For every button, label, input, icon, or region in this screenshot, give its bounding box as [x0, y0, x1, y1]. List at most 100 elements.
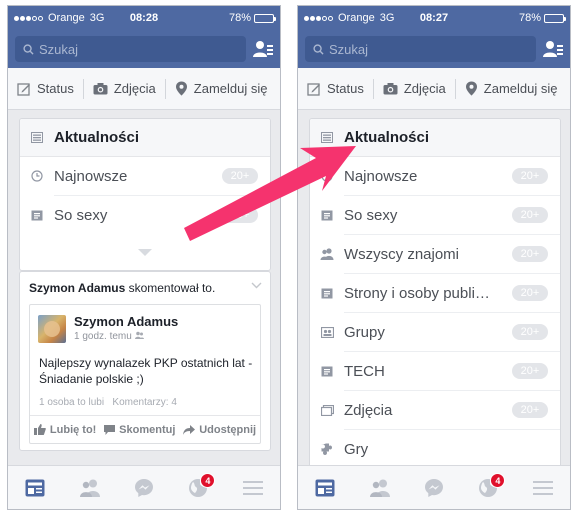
- tab-news-feed[interactable]: [310, 473, 340, 503]
- menu-item-zdjecia[interactable]: Zdjęcia 20+: [310, 391, 560, 429]
- tab-messages[interactable]: [129, 473, 159, 503]
- tab-friends[interactable]: [365, 473, 395, 503]
- tab-news-feed[interactable]: [20, 473, 50, 503]
- search-bar[interactable]: Szukaj: [15, 36, 246, 62]
- friends-privacy-icon: [134, 331, 144, 339]
- photos-label: Zdjęcia: [403, 81, 446, 96]
- menu-item-label: Zdjęcia: [344, 401, 393, 419]
- post-actions: Lubię to! Skomentuj Udostępnij: [30, 415, 260, 443]
- menu-item-tech[interactable]: TECH 20+: [310, 352, 560, 390]
- news-feed-menu: Aktualności Najnowsze 20+ So sexy 20+: [19, 118, 271, 271]
- friend-requests-icon[interactable]: [542, 38, 564, 60]
- news-feed-icon: [30, 131, 44, 145]
- tab-bar: 4: [8, 465, 280, 509]
- menu-item-gry[interactable]: Gry: [310, 430, 560, 468]
- friends-icon: [320, 247, 334, 261]
- menu-item-wszyscy-znajomi[interactable]: Wszyscy znajomi 20+: [310, 235, 560, 273]
- tab-more[interactable]: [238, 473, 268, 503]
- news-feed-icon: [25, 479, 45, 496]
- search-bar[interactable]: Szukaj: [305, 36, 536, 62]
- menu-item-strony-i-osoby-publiczne[interactable]: Strony i osoby publi… 20+: [310, 274, 560, 312]
- like-button[interactable]: Lubię to!: [33, 424, 96, 436]
- menu-item-label: Wszyscy znajomi: [344, 245, 460, 263]
- group-icon: [320, 325, 334, 339]
- count-badge: 20+: [512, 402, 548, 418]
- notification-badge: 4: [200, 472, 216, 488]
- tab-more[interactable]: [528, 473, 558, 503]
- menu-item-label: Grupy: [344, 323, 385, 341]
- messenger-icon: [134, 478, 153, 497]
- tab-friends[interactable]: [75, 473, 105, 503]
- top-bar: Orange 3G 08:28 78% Szukaj: [8, 6, 280, 68]
- count-badge: 20+: [512, 246, 548, 262]
- camera-icon: [93, 83, 108, 95]
- news-feed-menu: Aktualności Najnowsze 20+ So sexy 20+ Ws…: [309, 118, 561, 478]
- location-pin-icon: [465, 81, 477, 96]
- avatar[interactable]: [38, 315, 66, 343]
- notification-badge: 4: [490, 472, 506, 488]
- tab-notifications[interactable]: 4: [183, 472, 216, 503]
- checkin-label: Zamelduj się: [483, 81, 558, 96]
- story-actor[interactable]: Szymon Adamus: [29, 281, 125, 295]
- menu-item-so-sexy[interactable]: So sexy 20+: [310, 196, 560, 234]
- tab-notifications[interactable]: 4: [473, 472, 506, 503]
- chevron-down-icon[interactable]: [251, 282, 262, 289]
- battery-status: 78%: [518, 12, 566, 24]
- count-badge: 20+: [512, 324, 548, 340]
- menu-item-label: Gry: [344, 440, 369, 458]
- menu-item-label: Najnowsze: [54, 167, 128, 185]
- friends-icon: [79, 479, 100, 497]
- post-engagement: 1 osoba to lubi Komentarzy: 4: [39, 397, 177, 408]
- chevron-down-icon: [138, 248, 152, 256]
- shared-post: Szymon Adamus 1 godz. temu Najlepszy wyn…: [29, 304, 261, 444]
- menu-item-najnowsze[interactable]: Najnowsze 20+: [310, 157, 560, 195]
- status-button[interactable]: Status: [298, 77, 373, 101]
- comment-button[interactable]: Skomentuj: [104, 424, 175, 436]
- menu-icon: [532, 480, 553, 495]
- list-icon: [320, 364, 334, 378]
- photos-label: Zdjęcia: [113, 81, 156, 96]
- battery-icon: [254, 13, 276, 23]
- news-feed-icon: [315, 479, 335, 496]
- tab-messages[interactable]: [419, 473, 449, 503]
- photos-icon: [320, 403, 334, 417]
- menu-item-label: Strony i osoby publi…: [344, 284, 490, 302]
- menu-item-so-sexy[interactable]: So sexy 20+: [20, 196, 270, 234]
- status-bar: Orange 3G 08:27 78%: [298, 6, 570, 30]
- menu-item-label: So sexy: [54, 206, 108, 224]
- menu-item-najnowsze[interactable]: Najnowsze 20+: [20, 157, 270, 195]
- games-icon: [320, 442, 334, 456]
- photos-button[interactable]: Zdjęcia: [84, 77, 165, 101]
- story-header: Szymon Adamus skomentował to.: [29, 281, 261, 295]
- share-icon: [183, 424, 196, 435]
- photos-button[interactable]: Zdjęcia: [374, 77, 455, 101]
- edit-icon: [17, 82, 30, 96]
- menu-item-grupy[interactable]: Grupy 20+: [310, 313, 560, 351]
- status-label: Status: [327, 81, 364, 96]
- search-placeholder: Szukaj: [39, 41, 79, 57]
- count-badge: 20+: [512, 363, 548, 379]
- menu-header-label: Aktualności: [344, 129, 430, 146]
- menu-header[interactable]: Aktualności: [310, 119, 560, 157]
- status-button[interactable]: Status: [8, 77, 83, 101]
- expand-menu-button[interactable]: [20, 234, 270, 270]
- friend-requests-icon[interactable]: [252, 38, 274, 60]
- battery-percent: 78%: [228, 12, 251, 24]
- checkin-button[interactable]: Zamelduj się: [166, 77, 277, 101]
- post-time-label: 1 godz. temu: [74, 331, 132, 342]
- post-author[interactable]: Szymon Adamus: [74, 314, 178, 329]
- battery-percent: 78%: [518, 12, 541, 24]
- phone-screen-right: Orange 3G 08:27 78% Szukaj Status Zdjęci…: [297, 5, 571, 510]
- friends-icon: [369, 479, 390, 497]
- menu-header-label: Aktualności: [54, 129, 140, 146]
- status-bar: Orange 3G 08:28 78%: [8, 6, 280, 30]
- likes-count[interactable]: 1 osoba to lubi: [39, 397, 104, 408]
- comments-count[interactable]: Komentarzy: 4: [112, 397, 176, 408]
- share-button[interactable]: Udostępnij: [183, 424, 256, 436]
- checkin-button[interactable]: Zamelduj się: [456, 77, 567, 101]
- menu-header[interactable]: Aktualności: [20, 119, 270, 157]
- search-icon: [313, 43, 324, 55]
- battery-icon: [544, 13, 566, 23]
- edit-icon: [307, 82, 320, 96]
- count-badge: 20+: [512, 168, 548, 184]
